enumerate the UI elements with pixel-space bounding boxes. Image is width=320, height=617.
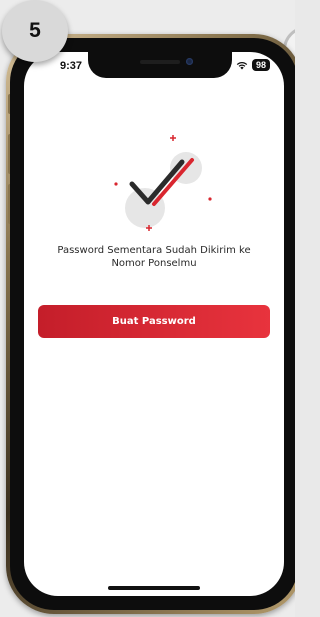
step-number: 5 [29, 19, 41, 42]
wifi-icon [236, 61, 248, 70]
checkmark-icon [102, 122, 222, 232]
phone-screen: 9:37 98 Password Sementara Sudah Dikirim… [24, 52, 284, 596]
notch [88, 52, 232, 78]
home-indicator[interactable] [108, 586, 200, 590]
confirmation-message: Password Sementara Sudah Dikirim ke Nomo… [57, 245, 251, 269]
step-badge: 5 [2, 0, 68, 62]
phone-frame: 9:37 98 Password Sementara Sudah Dikirim… [6, 34, 295, 614]
status-time: 9:37 [60, 60, 83, 72]
phone-bezel: 9:37 98 Password Sementara Sudah Dikirim… [10, 38, 295, 610]
battery-icon: 98 [251, 59, 270, 71]
front-camera [186, 58, 193, 65]
stage: 5 9:37 98 Password Sementara Sudah Dikir… [0, 0, 295, 617]
status-indicators: 98 [236, 59, 270, 71]
create-password-button[interactable]: Buat Password [38, 305, 270, 338]
speaker [140, 60, 180, 64]
